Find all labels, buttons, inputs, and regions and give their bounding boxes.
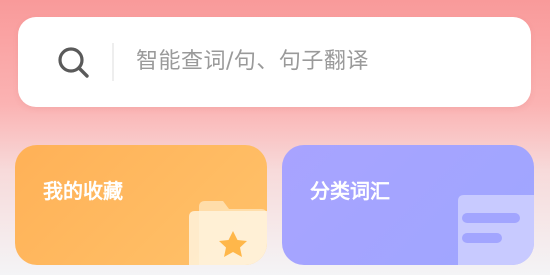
document-list-icon	[458, 195, 534, 265]
search-icon	[58, 47, 89, 78]
search-divider	[112, 43, 114, 81]
folder-star-icon	[189, 201, 267, 265]
favorites-label: 我的收藏	[43, 179, 123, 203]
search-placeholder: 智能查词/句、句子翻译	[136, 49, 369, 74]
categorized-vocab-label: 分类词汇	[310, 179, 390, 203]
search-bar[interactable]: 智能查词/句、句子翻译	[18, 17, 531, 107]
categorized-vocab-card[interactable]: 分类词汇	[282, 145, 534, 265]
favorites-card[interactable]: 我的收藏	[15, 145, 267, 265]
